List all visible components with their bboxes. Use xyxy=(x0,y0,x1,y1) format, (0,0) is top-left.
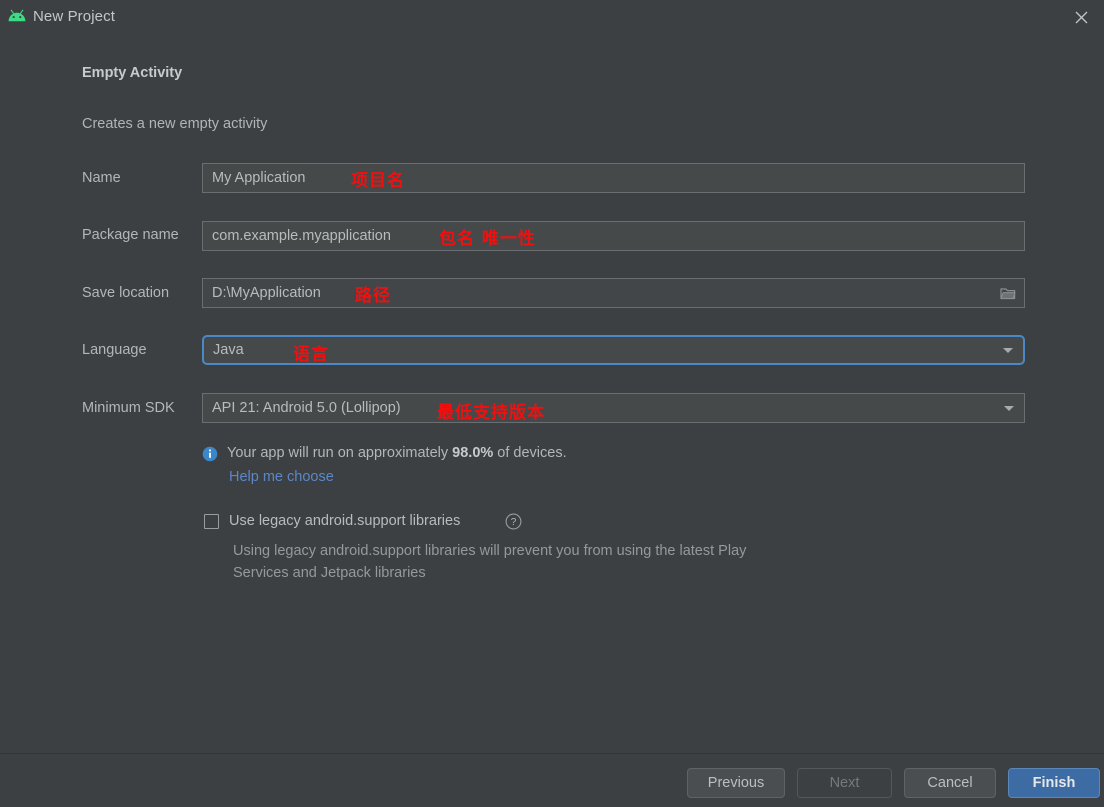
label-package-name: Package name xyxy=(82,227,179,243)
label-save-location: Save location xyxy=(82,285,170,301)
chevron-down-icon xyxy=(1003,348,1013,353)
label-name: Name xyxy=(82,170,121,186)
info-icon xyxy=(202,446,218,462)
minimum-sdk-dropdown-value: API 21: Android 5.0 (Lollipop) xyxy=(212,400,401,416)
name-input-value: My Application xyxy=(212,170,306,186)
label-language: Language xyxy=(82,342,147,358)
help-me-choose-link[interactable]: Help me choose xyxy=(229,469,334,485)
sdk-info-text: Your app will run on approximately 98.0%… xyxy=(227,445,567,461)
language-dropdown-value: Java xyxy=(213,342,244,358)
cancel-button[interactable]: Cancel xyxy=(904,768,996,798)
legacy-libraries-description: Using legacy android.support libraries w… xyxy=(233,543,747,581)
footer-separator xyxy=(0,753,1104,754)
legacy-libraries-checkbox[interactable] xyxy=(204,514,219,529)
next-button: Next xyxy=(797,768,892,798)
save-location-input-value: D:\MyApplication xyxy=(212,285,321,301)
title-bar: New Project xyxy=(0,0,1104,36)
android-robot-icon xyxy=(8,9,26,22)
finish-button[interactable]: Finish xyxy=(1008,768,1100,798)
package-name-input[interactable]: com.example.myapplication xyxy=(202,221,1025,251)
minimum-sdk-dropdown[interactable]: API 21: Android 5.0 (Lollipop) xyxy=(202,393,1025,423)
label-minimum-sdk: Minimum SDK xyxy=(82,400,175,416)
folder-icon[interactable] xyxy=(1000,286,1016,300)
language-dropdown[interactable]: Java xyxy=(202,335,1025,365)
window-title: New Project xyxy=(33,8,115,25)
save-location-input[interactable]: D:\MyApplication xyxy=(202,278,1025,308)
name-input[interactable]: My Application xyxy=(202,163,1025,193)
sdk-info-suffix: of devices. xyxy=(493,445,567,461)
question-mark-icon[interactable]: ? xyxy=(505,513,522,530)
previous-button[interactable]: Previous xyxy=(687,768,785,798)
chevron-down-icon xyxy=(1004,406,1014,411)
package-name-input-value: com.example.myapplication xyxy=(212,228,391,244)
sdk-info-percentage: 98.0% xyxy=(452,445,494,461)
page-subtitle: Creates a new empty activity xyxy=(82,116,268,132)
page-title: Empty Activity xyxy=(82,65,183,81)
svg-text:?: ? xyxy=(511,517,517,528)
sdk-info-prefix: Your app will run on approximately xyxy=(227,445,453,461)
close-icon[interactable] xyxy=(1058,0,1104,34)
legacy-libraries-label[interactable]: Use legacy android.support libraries xyxy=(229,513,460,529)
